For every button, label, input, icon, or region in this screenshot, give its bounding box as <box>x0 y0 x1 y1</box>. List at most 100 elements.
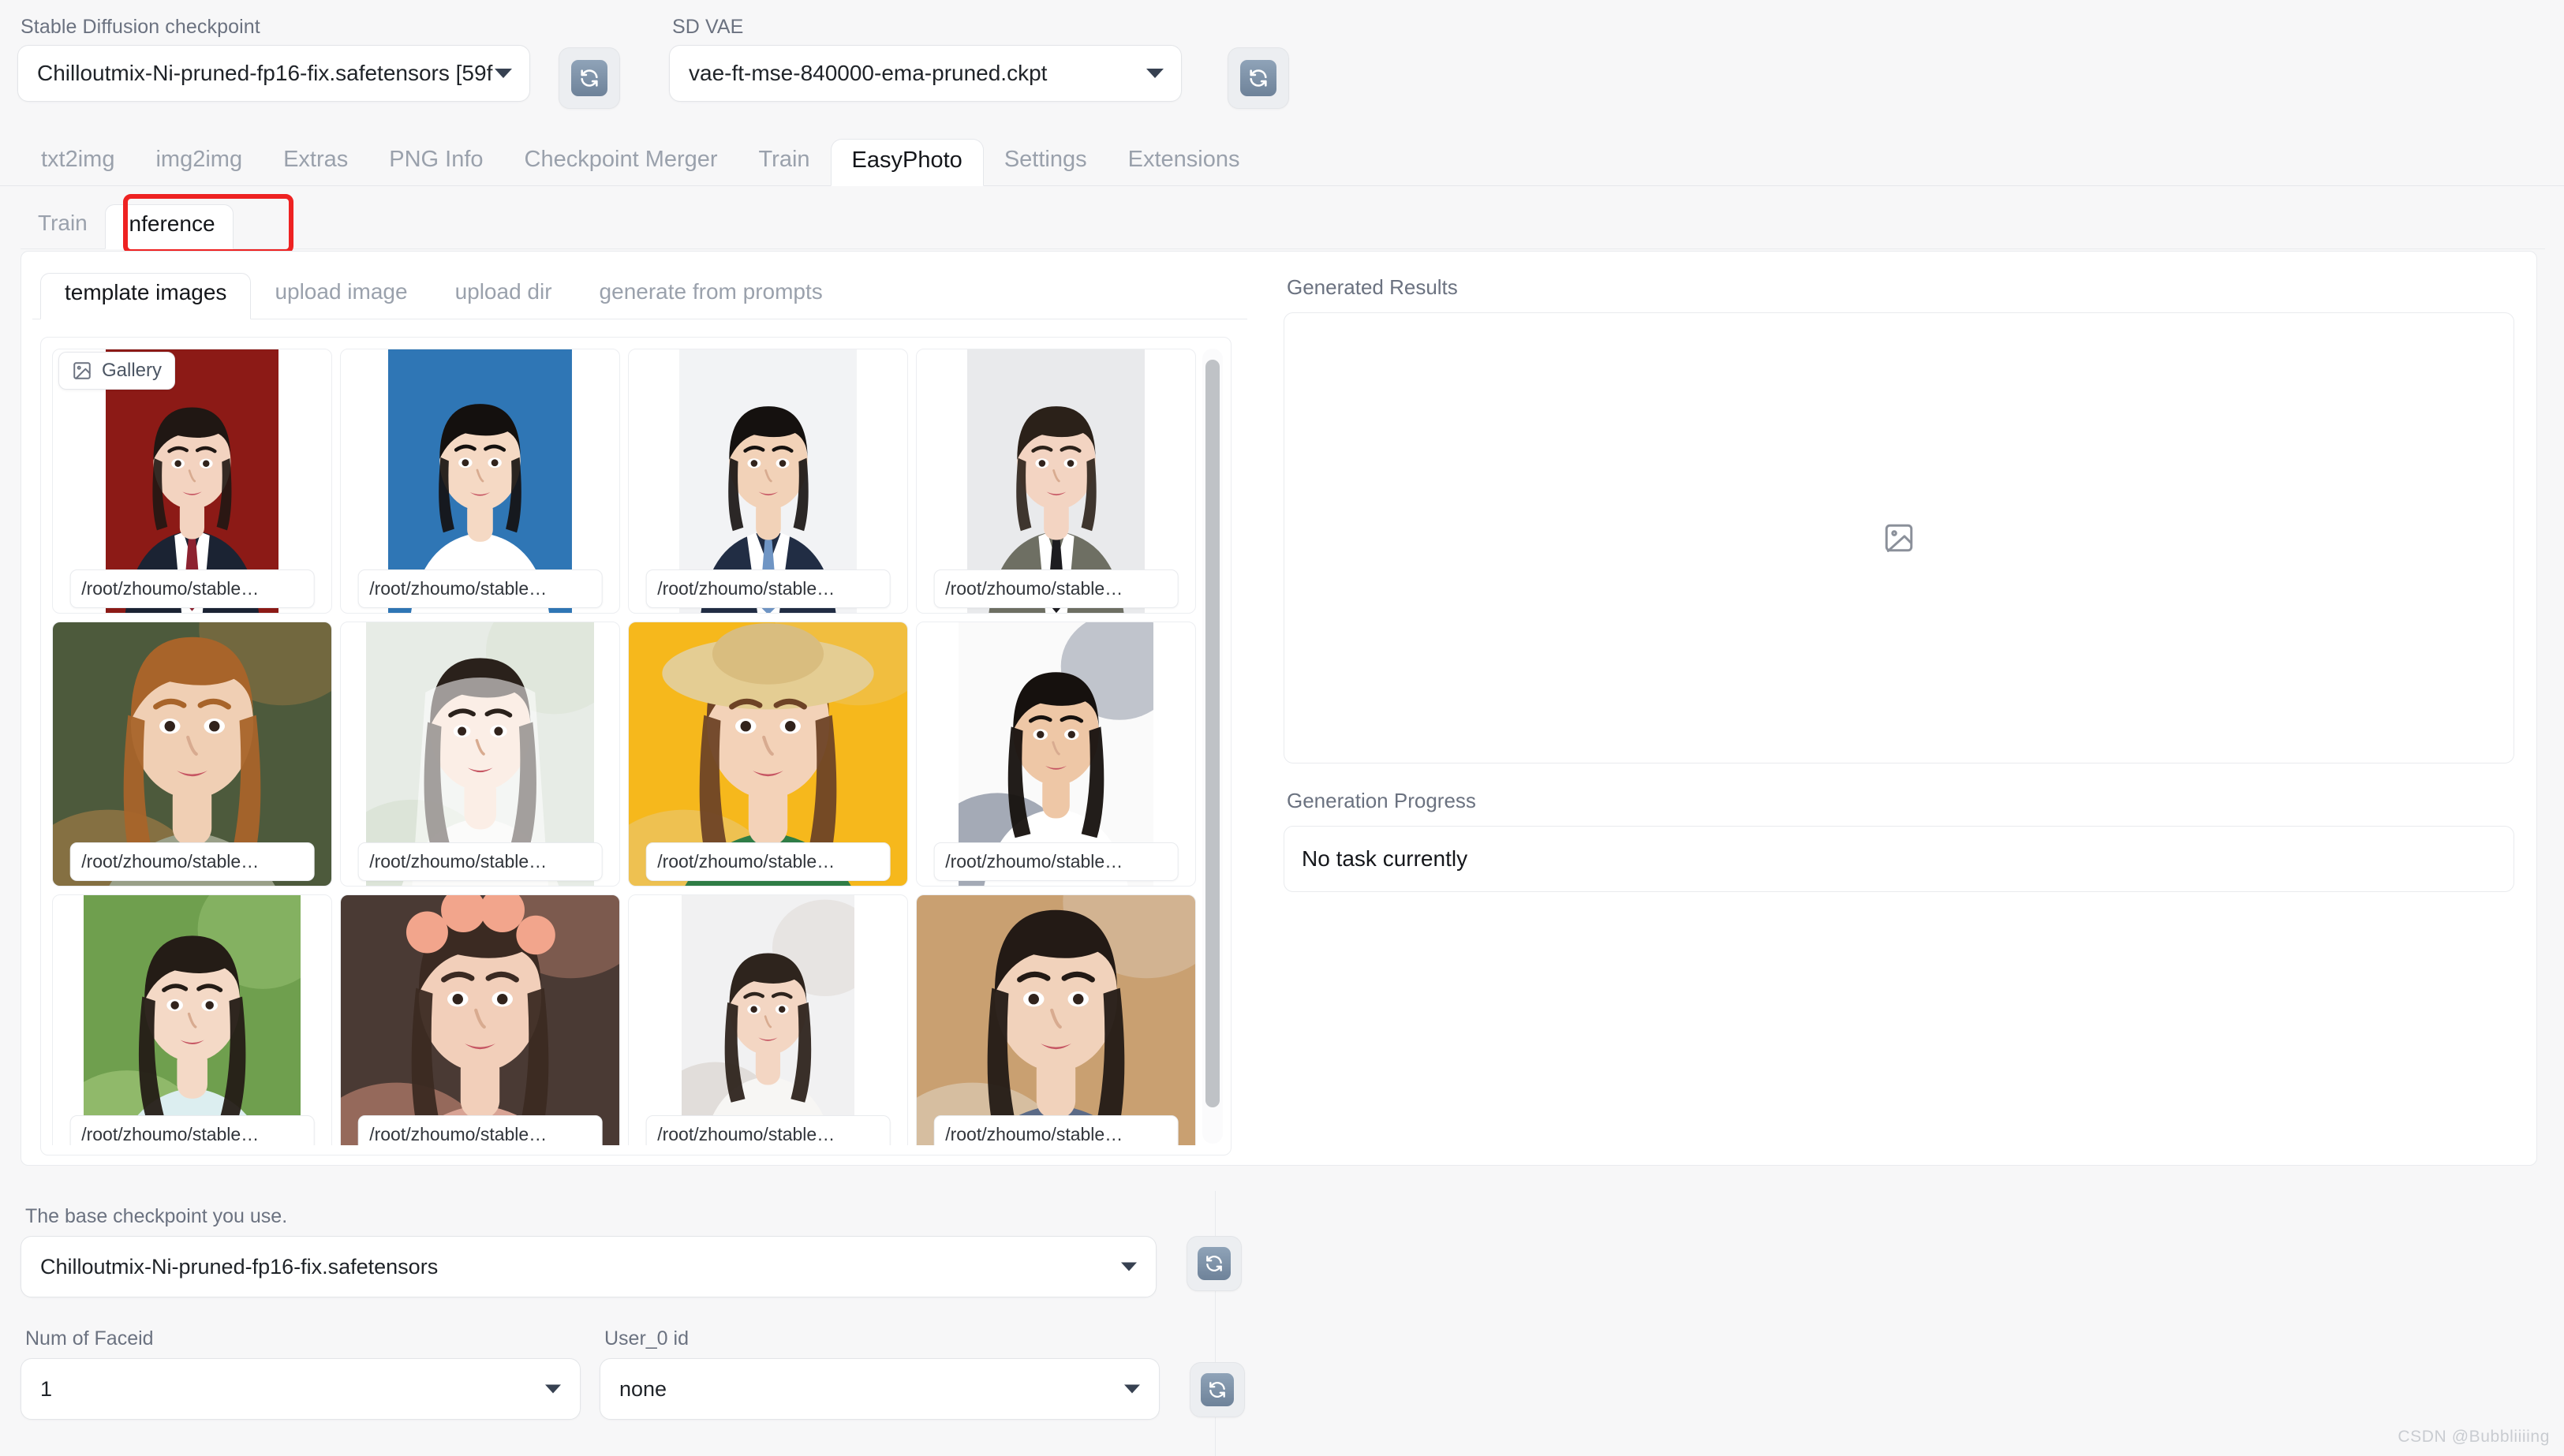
main-tab-txt2img[interactable]: txt2img <box>21 139 135 185</box>
vae-select[interactable]: vae-ft-mse-840000-ema-pruned.ckpt <box>669 45 1182 102</box>
inner-tab-generate-from-prompts[interactable]: generate from prompts <box>576 273 847 319</box>
main-tab-png-info[interactable]: PNG Info <box>368 139 503 185</box>
inner-tab-label: generate from prompts <box>599 279 823 304</box>
main-tab-img2img[interactable]: img2img <box>135 139 263 185</box>
gallery-item-thumbnail <box>629 895 907 1145</box>
sub-tab-train[interactable]: Train <box>21 204 105 248</box>
generated-results-label: Generated Results <box>1287 275 1458 299</box>
gallery-item-caption: /root/zhoumo/stable… <box>357 569 603 608</box>
gallery-item[interactable]: /root/zhoumo/stable… <box>916 894 1196 1145</box>
checkpoint-field: Stable Diffusion checkpoint Chilloutmix-… <box>17 8 530 102</box>
gallery-item[interactable]: /root/zhoumo/stable… <box>340 894 620 1145</box>
generated-results-box[interactable] <box>1284 312 2514 763</box>
gallery-item-caption: /root/zhoumo/stable… <box>933 569 1179 608</box>
image-placeholder-icon <box>1885 524 1913 552</box>
gallery-item-caption: /root/zhoumo/stable… <box>645 569 891 608</box>
chevron-down-icon <box>545 1384 561 1394</box>
refresh-icon <box>571 60 607 96</box>
inner-tab-upload-image[interactable]: upload image <box>251 273 431 319</box>
main-tab-easyphoto[interactable]: EasyPhoto <box>830 139 984 186</box>
vae-value: vae-ft-mse-840000-ema-pruned.ckpt <box>689 61 1048 85</box>
main-tab-label: Settings <box>1004 147 1087 172</box>
main-tab-bar: txt2img img2img Extras PNG Info Checkpoint M… <box>0 126 2564 186</box>
user0-id-field: User_0 id none <box>600 1327 1160 1420</box>
inference-settings-form: The base checkpoint you use. Chilloutmix… <box>21 1205 1251 1420</box>
main-tab-checkpoint-merger[interactable]: Checkpoint Merger <box>504 139 738 185</box>
num-faceid-field: Num of Faceid 1 <box>21 1327 581 1420</box>
user0-id-value: none <box>619 1376 667 1401</box>
base-checkpoint-row: Chilloutmix-Ni-pruned-fp16-fix.safetenso… <box>21 1236 1251 1297</box>
num-faceid-value: 1 <box>40 1376 53 1401</box>
main-tab-extras[interactable]: Extras <box>263 139 368 185</box>
gallery-item[interactable]: /root/zhoumo/stable… <box>916 349 1196 614</box>
main-tab-label: Train <box>758 147 810 172</box>
refresh-icon <box>1201 1373 1234 1406</box>
gallery-item-caption: /root/zhoumo/stable… <box>645 842 891 881</box>
gallery-item[interactable]: /root/zhoumo/stable… <box>340 622 620 887</box>
refresh-user-id-button[interactable] <box>1190 1362 1245 1417</box>
refresh-icon <box>1240 60 1276 96</box>
main-tab-label: img2img <box>155 147 243 172</box>
template-source-column: template images upload image upload dir gen… <box>32 259 1247 1155</box>
vae-field: SD VAE vae-ft-mse-840000-ema-pruned.ckpt <box>669 8 1182 102</box>
main-tab-label: Extras <box>283 147 349 172</box>
gallery-item[interactable]: /root/zhoumo/stable… <box>916 622 1196 887</box>
vae-label: SD VAE <box>672 16 744 38</box>
main-tab-label: EasyPhoto <box>851 147 962 173</box>
main-tab-label: Checkpoint Merger <box>524 147 718 172</box>
gallery-item-caption: /root/zhoumo/stable… <box>645 1115 891 1145</box>
user0-id-label: User_0 id <box>604 1327 689 1350</box>
gallery-item-caption: /root/zhoumo/stable… <box>69 1115 315 1145</box>
main-tab-label: txt2img <box>41 147 115 172</box>
sub-tab-label: Inference <box>122 211 215 236</box>
generation-progress-label: Generation Progress <box>1287 789 1476 812</box>
chevron-down-icon <box>1124 1384 1140 1394</box>
results-column: Generated Results Generation Progress No… <box>1284 264 2514 892</box>
gallery-badge-label: Gallery <box>102 360 163 381</box>
base-checkpoint-select[interactable]: Chilloutmix-Ni-pruned-fp16-fix.safetenso… <box>21 1236 1157 1297</box>
gallery-item-caption: /root/zhoumo/stable… <box>933 842 1179 881</box>
gallery-item-caption: /root/zhoumo/stable… <box>357 1115 603 1145</box>
gallery-item[interactable]: /root/zhoumo/stable… <box>628 894 908 1145</box>
refresh-vae-button[interactable] <box>1228 47 1289 109</box>
gallery-item[interactable]: /root/zhoumo/stable… <box>52 622 332 887</box>
gallery-item[interactable]: /root/zhoumo/stable… <box>628 622 908 887</box>
refresh-base-checkpoint-button[interactable] <box>1187 1236 1242 1291</box>
chevron-down-icon <box>1146 69 1164 78</box>
template-source-tab-bar: template images upload image upload dir gen… <box>32 259 1247 319</box>
num-faceid-select[interactable]: 1 <box>21 1358 581 1420</box>
refresh-icon <box>1198 1247 1231 1280</box>
main-tab-label: PNG Info <box>389 147 484 172</box>
gallery-scrollbar-thumb[interactable] <box>1205 360 1220 1107</box>
base-checkpoint-value: Chilloutmix-Ni-pruned-fp16-fix.safetenso… <box>40 1254 439 1279</box>
gallery-item-caption: /root/zhoumo/stable… <box>933 1115 1179 1145</box>
inner-tab-label: template images <box>65 280 227 304</box>
gallery-item-thumbnail <box>917 895 1195 1145</box>
easyphoto-sub-tab-bar: Train Inference <box>21 192 2545 249</box>
main-tab-settings[interactable]: Settings <box>984 139 1108 185</box>
gallery-item[interactable]: /root/zhoumo/stable… <box>340 349 620 614</box>
gallery-item[interactable]: /root/zhoumo/stable… <box>52 894 332 1145</box>
refresh-checkpoint-button[interactable] <box>559 47 620 109</box>
main-tab-train[interactable]: Train <box>738 139 831 185</box>
template-gallery[interactable]: Gallery /root/zhoumo/stable… /root/zhoum… <box>40 337 1232 1155</box>
gallery-item[interactable]: /root/zhoumo/stable… <box>628 349 908 614</box>
num-faceid-label: Num of Faceid <box>25 1327 154 1350</box>
gallery-scrollbar[interactable] <box>1202 349 1223 1144</box>
gallery-grid: /root/zhoumo/stable… /root/zhoumo/stable… <box>52 349 1196 1145</box>
chevron-down-icon <box>1121 1262 1137 1271</box>
user0-id-select[interactable]: none <box>600 1358 1160 1420</box>
checkpoint-value: Chilloutmix-Ni-pruned-fp16-fix.safetenso… <box>37 61 493 85</box>
sub-tab-label: Train <box>38 211 88 235</box>
checkpoint-select[interactable]: Chilloutmix-Ni-pruned-fp16-fix.safetenso… <box>17 45 530 102</box>
inner-tab-upload-dir[interactable]: upload dir <box>432 273 576 319</box>
gallery-item-thumbnail <box>53 895 331 1145</box>
sub-tab-inference[interactable]: Inference <box>104 204 234 249</box>
base-checkpoint-label: The base checkpoint you use. <box>25 1205 288 1227</box>
model-selection-bar: Stable Diffusion checkpoint Chilloutmix-… <box>0 0 2564 118</box>
main-tab-extensions[interactable]: Extensions <box>1108 139 1261 185</box>
gallery-item-caption: /root/zhoumo/stable… <box>69 569 315 608</box>
generation-progress-box: No task currently <box>1284 826 2514 892</box>
main-tab-label: Extensions <box>1127 147 1240 172</box>
inner-tab-template-images[interactable]: template images <box>40 273 252 319</box>
